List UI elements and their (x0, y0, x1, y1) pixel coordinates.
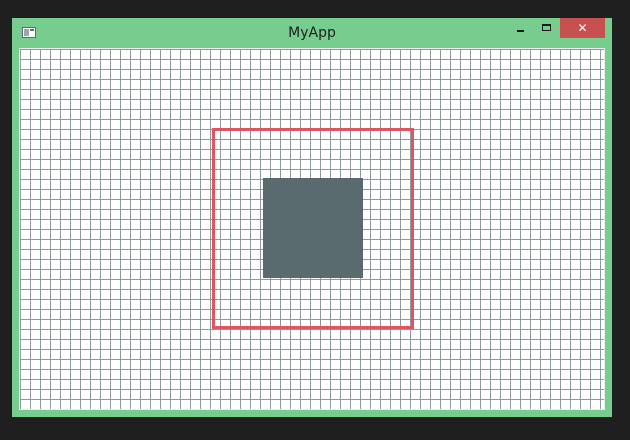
dark-square-shape[interactable] (263, 178, 363, 278)
close-button[interactable]: ✕ (560, 18, 605, 38)
app-window: MyApp ✕ (12, 18, 612, 417)
title-bar[interactable]: MyApp ✕ (12, 18, 612, 48)
minimize-button[interactable] (508, 18, 532, 38)
grid-canvas[interactable] (19, 48, 605, 410)
maximize-button[interactable] (534, 18, 560, 38)
close-icon: ✕ (577, 21, 588, 35)
